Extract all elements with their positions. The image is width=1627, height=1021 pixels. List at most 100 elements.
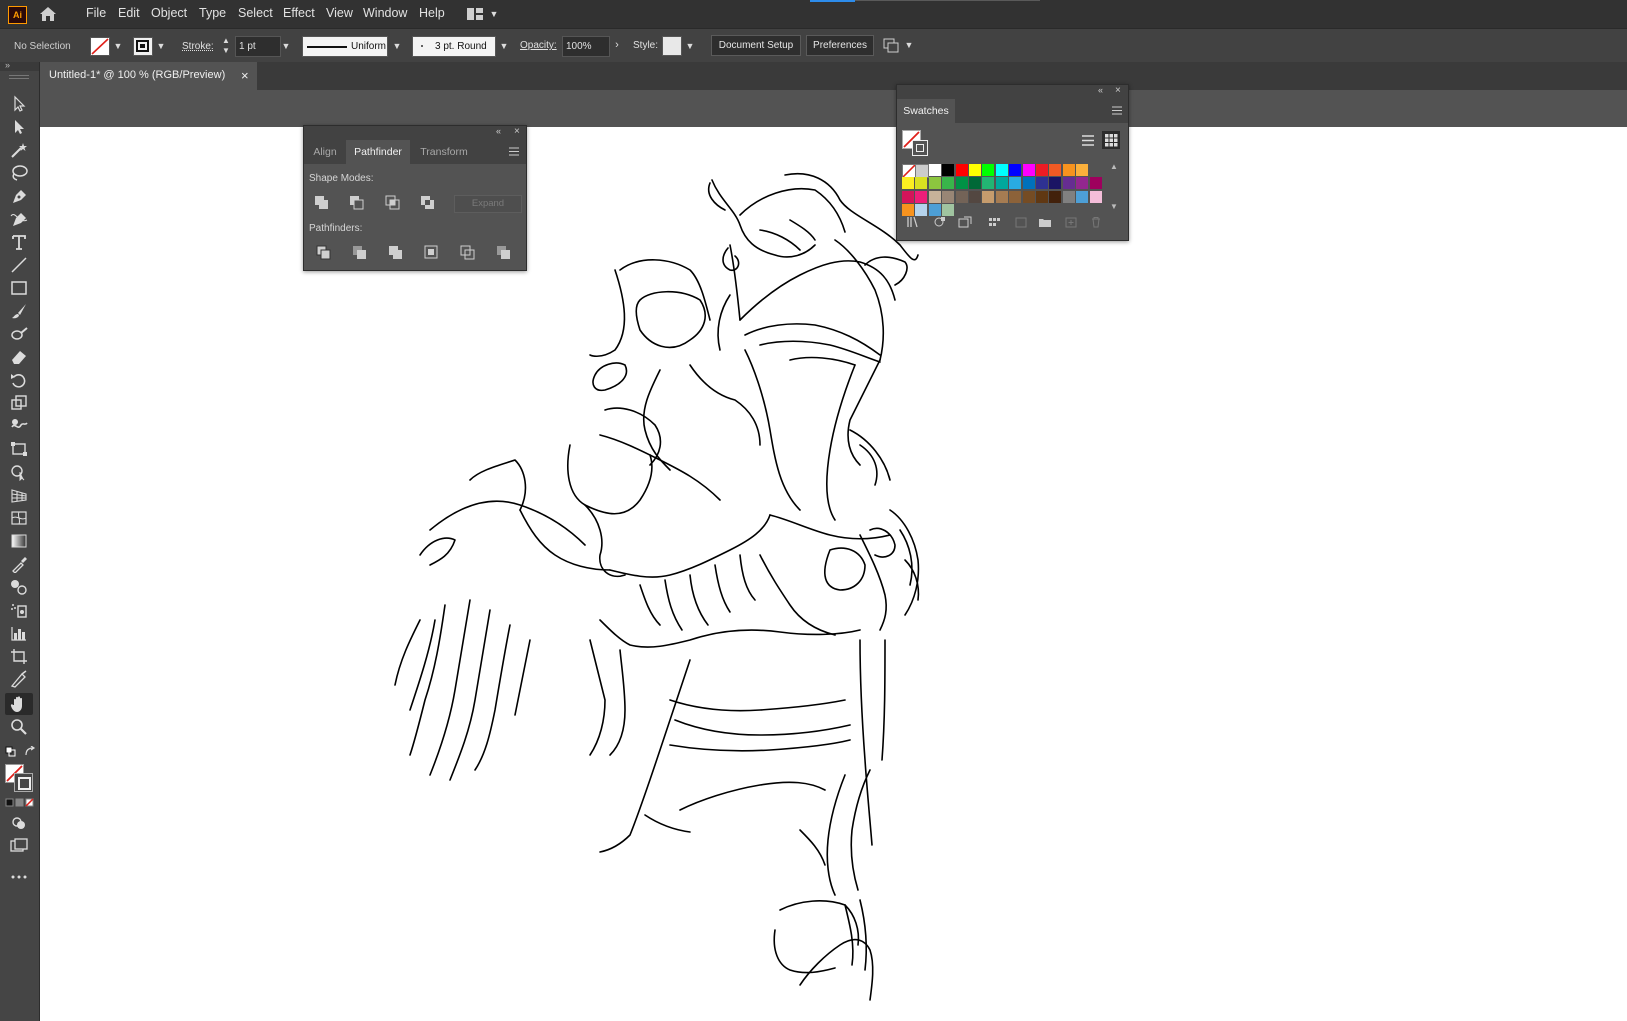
color-swatch[interactable] xyxy=(1089,190,1102,203)
more-tools-icon[interactable] xyxy=(9,868,29,886)
warp-tool-icon[interactable] xyxy=(9,417,29,435)
graphic-style-swatch[interactable] xyxy=(662,36,682,56)
panel-menu-icon[interactable] xyxy=(509,147,519,156)
swap-fill-stroke-icon[interactable] xyxy=(24,746,36,758)
color-swatch[interactable] xyxy=(1009,177,1022,190)
selection-tool-icon[interactable] xyxy=(9,95,29,113)
opacity-arrow-icon[interactable]: › xyxy=(612,40,622,51)
color-swatch[interactable] xyxy=(955,177,968,190)
menu-view[interactable]: View xyxy=(326,6,353,20)
color-swatch[interactable] xyxy=(982,177,995,190)
opacity-label[interactable]: Opacity: xyxy=(520,40,557,51)
none-swatch[interactable] xyxy=(902,164,916,178)
delete-swatch-icon[interactable] xyxy=(1089,216,1103,228)
color-swatch[interactable] xyxy=(902,177,914,190)
color-swatch[interactable] xyxy=(942,190,955,203)
screen-mode-icon[interactable] xyxy=(9,837,29,855)
fill-color-swatch[interactable] xyxy=(90,37,110,56)
scroll-up-icon[interactable]: ▲ xyxy=(1110,162,1118,171)
color-swatch[interactable] xyxy=(1062,190,1075,203)
color-swatch[interactable] xyxy=(1022,177,1035,190)
menu-select[interactable]: Select xyxy=(238,6,273,20)
stroke-color-swatch[interactable] xyxy=(133,37,153,56)
curvature-tool-icon[interactable] xyxy=(9,210,29,228)
close-panel-icon[interactable]: × xyxy=(514,126,520,137)
collapse-toolbar-icon[interactable]: » xyxy=(5,60,10,70)
color-swatch[interactable] xyxy=(1062,177,1075,190)
outline-icon[interactable] xyxy=(459,244,477,260)
stroke-label[interactable]: Stroke: xyxy=(182,41,214,52)
merge-icon[interactable] xyxy=(387,244,405,260)
direct-selection-tool-icon[interactable] xyxy=(9,118,29,136)
eyedropper-tool-icon[interactable] xyxy=(9,555,29,573)
chevron-down-icon[interactable]: ▼ xyxy=(489,9,499,19)
column-graph-tool-icon[interactable] xyxy=(9,624,29,642)
color-swatch[interactable] xyxy=(902,190,914,203)
menu-object[interactable]: Object xyxy=(151,6,187,20)
close-swatches-icon[interactable]: × xyxy=(1115,85,1121,96)
artboard-tool-icon[interactable] xyxy=(9,647,29,665)
color-swatch[interactable] xyxy=(915,190,928,203)
paintbrush-tool-icon[interactable] xyxy=(9,302,29,320)
minus-back-icon[interactable] xyxy=(495,244,513,260)
shape-builder-tool-icon[interactable] xyxy=(9,463,29,481)
menu-type[interactable]: Type xyxy=(199,6,226,20)
color-swatch[interactable] xyxy=(1089,177,1102,190)
tab-transform[interactable]: Transform xyxy=(412,140,476,164)
pen-tool-icon[interactable] xyxy=(9,187,29,205)
stroke-dropdown-chevron-icon[interactable]: ▼ xyxy=(156,41,166,51)
color-swatch[interactable] xyxy=(1049,177,1062,190)
divide-icon[interactable] xyxy=(315,244,333,260)
new-swatch-icon[interactable] xyxy=(1064,216,1078,228)
opacity-field[interactable]: 100% xyxy=(562,36,610,57)
color-swatch[interactable] xyxy=(955,164,968,176)
exclude-icon[interactable] xyxy=(419,194,437,210)
slice-tool-icon[interactable] xyxy=(9,670,29,688)
drawing-modes-icon[interactable] xyxy=(9,814,29,832)
show-swatch-kinds-icon[interactable] xyxy=(933,216,947,228)
color-swatch[interactable] xyxy=(995,190,1008,203)
color-swatch[interactable] xyxy=(1062,164,1075,176)
color-swatch[interactable] xyxy=(982,190,995,203)
trim-icon[interactable] xyxy=(351,244,369,260)
free-transform-tool-icon[interactable] xyxy=(9,440,29,458)
swatches-menu-icon[interactable] xyxy=(1112,106,1122,115)
stroke-weight-field[interactable]: 1 pt xyxy=(235,36,281,57)
menu-window[interactable]: Window xyxy=(363,6,407,20)
swatch-scrollbar[interactable]: ▲ ▼ xyxy=(1110,162,1120,212)
color-swatch[interactable] xyxy=(995,164,1008,176)
color-swatch[interactable] xyxy=(1022,190,1035,203)
variable-width-profile[interactable]: Uniform xyxy=(302,36,388,57)
shaper-tool-icon[interactable] xyxy=(9,325,29,343)
artboard[interactable] xyxy=(40,127,1627,1021)
close-document-icon[interactable]: × xyxy=(241,68,249,83)
symbol-sprayer-tool-icon[interactable] xyxy=(9,601,29,619)
color-swatch[interactable] xyxy=(969,164,981,176)
panel-drag-bar[interactable]: « × xyxy=(304,126,526,140)
color-swatch[interactable] xyxy=(942,164,955,176)
color-swatch[interactable] xyxy=(1022,164,1035,176)
color-swatch[interactable] xyxy=(928,190,941,203)
color-swatch[interactable] xyxy=(1076,164,1089,176)
color-swatch[interactable] xyxy=(1076,177,1089,190)
type-tool-icon[interactable] xyxy=(9,233,29,251)
swatch-options-icon[interactable] xyxy=(958,216,972,228)
hand-tool-icon[interactable] xyxy=(9,695,29,713)
menu-help[interactable]: Help xyxy=(419,6,445,20)
line-segment-tool-icon[interactable] xyxy=(9,256,29,274)
document-setup-button[interactable]: Document Setup xyxy=(711,35,801,56)
default-colors-icon[interactable] xyxy=(5,746,17,758)
color-swatch[interactable] xyxy=(1036,190,1048,203)
color-swatch[interactable] xyxy=(982,164,995,176)
new-color-group-icon[interactable] xyxy=(988,216,1002,228)
style-chevron-icon[interactable]: ▼ xyxy=(685,41,695,51)
stroke-indicator[interactable] xyxy=(14,773,33,792)
preferences-button[interactable]: Preferences xyxy=(806,35,874,56)
color-mode-buttons[interactable] xyxy=(5,798,35,807)
scroll-down-icon[interactable]: ▼ xyxy=(1110,202,1118,211)
color-swatch[interactable] xyxy=(928,164,941,176)
color-swatch[interactable] xyxy=(915,177,928,190)
stroke-weight-chevron-icon[interactable]: ▼ xyxy=(281,41,291,51)
tab-pathfinder[interactable]: Pathfinder xyxy=(346,140,410,164)
brush-chevron-icon[interactable]: ▼ xyxy=(499,41,509,51)
